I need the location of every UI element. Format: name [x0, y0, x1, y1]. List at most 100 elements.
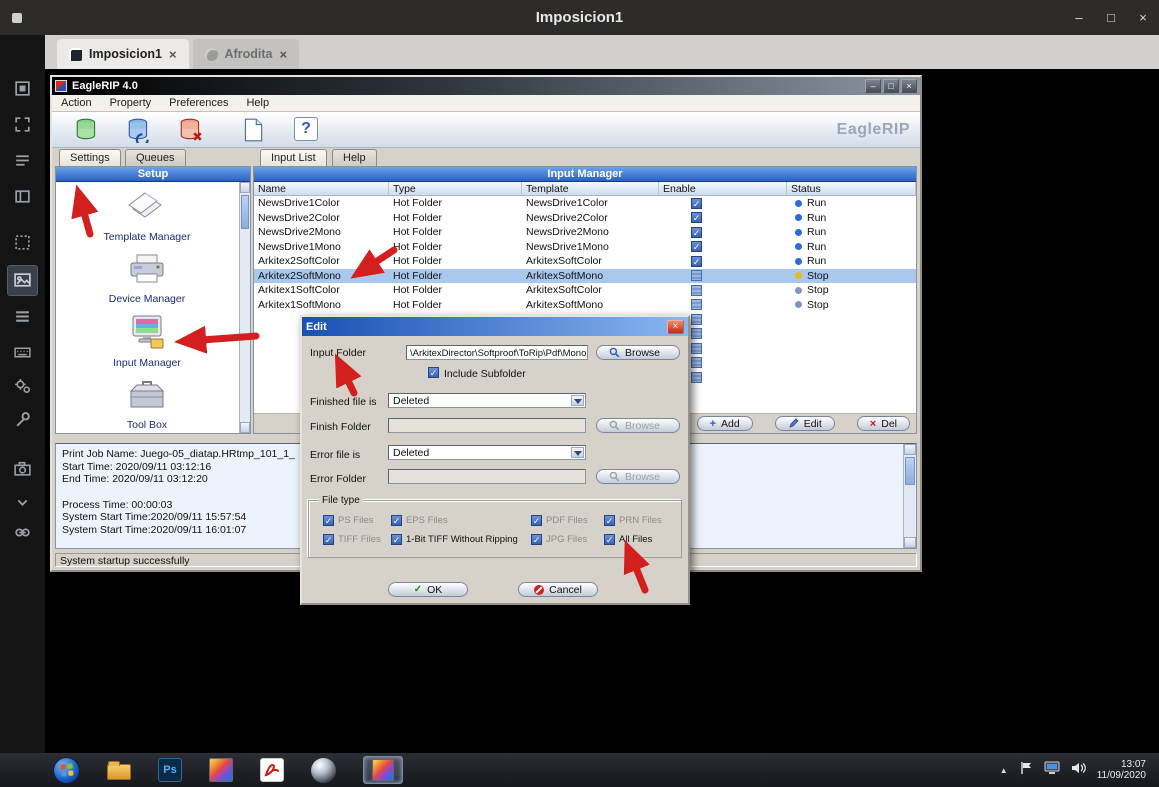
- gradient-app-taskbar-item[interactable]: [209, 758, 233, 782]
- col-enable[interactable]: Enable: [659, 182, 787, 195]
- maximize-button[interactable]: □: [1095, 0, 1127, 35]
- tab-afrodita[interactable]: Afrodita ×: [193, 39, 300, 69]
- start-button[interactable]: [53, 757, 80, 784]
- input-folder-field[interactable]: \ArkitexDirector\Softproof\ToRip\Pdf\Mon…: [406, 345, 588, 360]
- add-button[interactable]: +Add: [697, 416, 753, 431]
- maximize-button[interactable]: □: [883, 79, 899, 93]
- database-sync-icon[interactable]: [126, 117, 152, 143]
- setup-item-device-manager[interactable]: Device Manager: [56, 251, 238, 305]
- browse-button[interactable]: Browse: [596, 345, 680, 360]
- ok-button[interactable]: ✓ OK: [388, 582, 468, 597]
- enable-checkbox[interactable]: [691, 270, 702, 281]
- capture-icon[interactable]: [13, 79, 32, 98]
- chevron-down-icon[interactable]: [571, 447, 584, 458]
- setup-item-input-manager[interactable]: Input Manager: [56, 313, 238, 369]
- close-button[interactable]: ×: [1127, 0, 1159, 35]
- chevron-down-icon[interactable]: [571, 395, 584, 406]
- col-status[interactable]: Status: [787, 182, 916, 195]
- eaglerip-titlebar[interactable]: EagleRIP 4.0 – □ ×: [52, 77, 920, 95]
- tab-help[interactable]: Help: [332, 149, 377, 166]
- scroll-down-icon[interactable]: [240, 422, 250, 433]
- panel-icon[interactable]: [13, 187, 32, 206]
- enable-checkbox[interactable]: [691, 372, 702, 383]
- menu-preferences[interactable]: Preferences: [160, 97, 237, 109]
- close-icon[interactable]: ×: [169, 47, 177, 62]
- tray-flag-icon[interactable]: [1019, 761, 1033, 780]
- col-type[interactable]: Type: [389, 182, 522, 195]
- menu-action[interactable]: Action: [52, 97, 101, 109]
- tab-queues[interactable]: Queues: [125, 149, 186, 166]
- dialog-titlebar[interactable]: Edit ×: [302, 317, 688, 336]
- acrobat-taskbar-item[interactable]: [260, 758, 284, 782]
- checkbox-pdf-files[interactable]: ✓PDF Files: [531, 515, 588, 526]
- col-name[interactable]: Name: [254, 182, 389, 195]
- enable-checkbox[interactable]: [691, 314, 702, 325]
- database-green-icon[interactable]: [74, 117, 100, 143]
- scroll-down-icon[interactable]: [904, 537, 916, 548]
- enable-checkbox[interactable]: [691, 357, 702, 368]
- camera-icon[interactable]: [13, 459, 32, 478]
- checkbox-ps-files[interactable]: ✓PS Files: [323, 515, 373, 526]
- browser-taskbar-item[interactable]: [311, 758, 336, 783]
- scroll-up-icon[interactable]: [904, 444, 916, 455]
- link-icon[interactable]: [13, 523, 32, 542]
- database-delete-icon[interactable]: [178, 117, 204, 143]
- table-row[interactable]: Arkitex2SoftColor Hot Folder ArkitexSoft…: [254, 254, 916, 269]
- table-row[interactable]: NewsDrive1Mono Hot Folder NewsDrive1Mono…: [254, 240, 916, 255]
- explorer-taskbar-item[interactable]: [107, 760, 131, 780]
- checkbox-1bit-tiff[interactable]: ✓1-Bit TIFF Without Ripping: [391, 534, 518, 545]
- enable-checkbox[interactable]: ✓: [691, 212, 702, 223]
- close-icon[interactable]: ×: [667, 320, 684, 334]
- tab-settings[interactable]: Settings: [59, 149, 121, 166]
- gears-icon[interactable]: [13, 377, 32, 396]
- edit-button[interactable]: Edit: [775, 416, 835, 431]
- enable-checkbox[interactable]: ✓: [691, 227, 702, 238]
- scroll-thumb[interactable]: [241, 195, 249, 229]
- menu-property[interactable]: Property: [101, 97, 161, 109]
- document-icon[interactable]: [240, 117, 266, 143]
- close-button[interactable]: ×: [901, 79, 917, 93]
- col-template[interactable]: Template: [522, 182, 659, 195]
- speaker-icon[interactable]: [1071, 761, 1086, 780]
- tray-expand-icon[interactable]: ▲: [1000, 766, 1008, 775]
- tab-imposicion1[interactable]: Imposicion1 ×: [57, 39, 189, 69]
- active-task-eaglerip[interactable]: [363, 756, 403, 784]
- setup-item-template-manager[interactable]: Template Manager: [56, 189, 238, 243]
- checkbox-prn-files[interactable]: ✓PRN Files: [604, 515, 662, 526]
- photoshop-taskbar-item[interactable]: Ps: [158, 758, 182, 782]
- table-row[interactable]: Arkitex1SoftColor Hot Folder ArkitexSoft…: [254, 283, 916, 298]
- table-row[interactable]: NewsDrive1Color Hot Folder NewsDrive1Col…: [254, 196, 916, 211]
- enable-checkbox[interactable]: ✓: [691, 241, 702, 252]
- menu-icon[interactable]: [13, 307, 32, 326]
- scroll-up-icon[interactable]: [240, 182, 250, 193]
- chevron-down-icon[interactable]: [13, 493, 32, 512]
- close-icon[interactable]: ×: [279, 47, 287, 62]
- checkbox-tiff-files[interactable]: ✓TIFF Files: [323, 534, 381, 545]
- setup-scrollbar[interactable]: [239, 182, 250, 433]
- tab-input-list[interactable]: Input List: [260, 149, 327, 166]
- enable-checkbox[interactable]: [691, 285, 702, 296]
- error-file-dropdown[interactable]: Deleted: [388, 445, 586, 460]
- enable-checkbox[interactable]: [691, 299, 702, 310]
- minimize-button[interactable]: –: [865, 79, 881, 93]
- checkbox-jpg-files[interactable]: ✓JPG Files: [531, 534, 587, 545]
- setup-item-tool-box[interactable]: Tool Box: [56, 377, 238, 431]
- taskbar-clock[interactable]: 13:07 11/09/2020: [1097, 759, 1146, 782]
- include-subfolder-checkbox[interactable]: ✓: [428, 367, 439, 378]
- log-scrollbar[interactable]: [903, 444, 916, 548]
- del-button[interactable]: ×Del: [857, 416, 910, 431]
- enable-checkbox[interactable]: ✓: [691, 198, 702, 209]
- fullscreen-icon[interactable]: [13, 115, 32, 134]
- minimize-button[interactable]: –: [1063, 0, 1095, 35]
- table-row[interactable]: Arkitex1SoftMono Hot Folder ArkitexSoftM…: [254, 298, 916, 313]
- keyboard-icon[interactable]: [13, 343, 32, 362]
- list-icon[interactable]: [13, 151, 32, 170]
- wrench-icon[interactable]: [13, 411, 32, 430]
- checkbox-all-files[interactable]: ✓All Files: [604, 534, 652, 545]
- table-row[interactable]: NewsDrive2Color Hot Folder NewsDrive2Col…: [254, 211, 916, 226]
- image-tool-selected[interactable]: [7, 265, 38, 296]
- checkbox-eps-files[interactable]: ✓EPS Files: [391, 515, 448, 526]
- cancel-button[interactable]: Cancel: [518, 582, 598, 597]
- tray-display-icon[interactable]: [1044, 761, 1060, 780]
- enable-checkbox[interactable]: [691, 328, 702, 339]
